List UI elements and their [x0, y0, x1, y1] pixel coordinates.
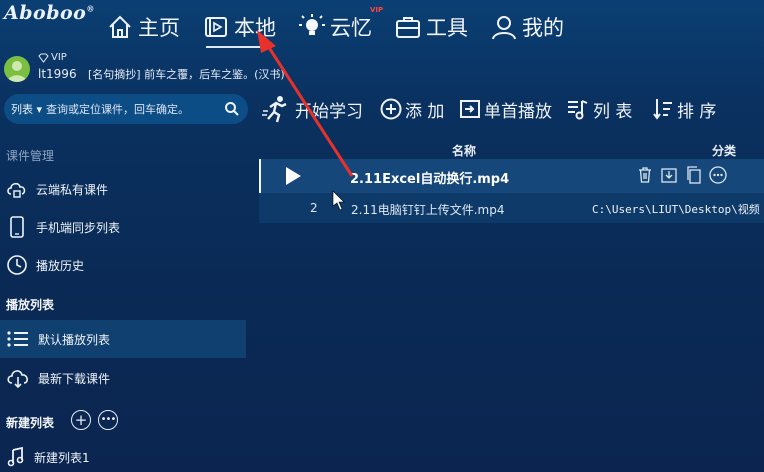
- list-button[interactable]: 列 表: [566, 94, 632, 124]
- list-icon: [7, 331, 28, 347]
- sort-icon: [653, 99, 672, 120]
- sort-button[interactable]: 排 序: [652, 94, 716, 124]
- play-icon[interactable]: [286, 167, 301, 185]
- nav-tools-label: 工具: [426, 16, 468, 40]
- top-nav: 主页 本地 云忆 VIP 工具 我的: [106, 6, 586, 48]
- music-note-icon: [7, 446, 24, 467]
- more-options-button[interactable]: •••: [98, 410, 118, 430]
- sidebar-item-default-list[interactable]: 默认播放列表: [0, 320, 246, 358]
- avatar-person-icon: [7, 61, 27, 82]
- download-icon[interactable]: [660, 166, 678, 184]
- column-header-category[interactable]: 分类: [712, 142, 736, 159]
- local-video-icon: [205, 17, 227, 37]
- nav-local[interactable]: 本地: [202, 10, 276, 48]
- app-logo: Aboboo®: [4, 2, 95, 24]
- cloud-download-icon: [7, 370, 28, 389]
- nav-local-label: 本地: [234, 16, 276, 40]
- bulb-icon: [299, 14, 325, 35]
- avatar[interactable]: [4, 56, 30, 82]
- daily-quote: [名句摘抄] 前车之覆，后车之鉴。(汉书): [88, 68, 285, 81]
- nav-home-label: 主页: [138, 16, 180, 40]
- search-input[interactable]: 查询或定位课件，回车确定。: [46, 101, 224, 117]
- nav-mine-label: 我的: [522, 16, 564, 40]
- more-icon[interactable]: [709, 166, 727, 184]
- row-number: 2: [310, 201, 318, 215]
- sidebar-item-recent-downloads[interactable]: 最新下载课件: [0, 359, 246, 397]
- user-vip-tag: VIP: [38, 52, 67, 63]
- add-button[interactable]: 添 加: [380, 94, 444, 124]
- music-list-icon: [568, 100, 588, 120]
- sidebar-item-cloud-courseware[interactable]: 云端私有课件: [0, 170, 246, 208]
- search-icon[interactable]: [224, 101, 240, 117]
- column-header-name[interactable]: 名称: [452, 142, 476, 159]
- search-scope-dropdown[interactable]: 列表 ▾: [11, 101, 42, 117]
- file-path: C:\Users\LIUT\Desktop\视频: [592, 203, 760, 216]
- search-box[interactable]: 列表 ▾ 查询或定位课件，回车确定。: [4, 94, 248, 124]
- sidebar-item-new-list-1[interactable]: 新建列表1: [0, 438, 246, 472]
- nav-cloud-memory-label: 云忆: [330, 16, 372, 40]
- section-courseware: 课件管理: [6, 149, 55, 163]
- user-icon: [492, 16, 516, 40]
- nav-tools[interactable]: 工具: [394, 10, 468, 44]
- username: lt1996: [38, 67, 77, 81]
- section-playlist: 播放列表: [6, 298, 55, 312]
- plus-circle-icon: [380, 98, 402, 120]
- home-icon: [109, 15, 131, 38]
- start-learning-button[interactable]: 开始学习: [262, 94, 363, 124]
- copy-icon[interactable]: [685, 166, 703, 184]
- vip-badge: VIP: [370, 6, 384, 14]
- phone-icon: [10, 216, 24, 238]
- nav-mine[interactable]: 我的: [490, 10, 564, 44]
- sidebar-item-phone-sync[interactable]: 手机端同步列表: [0, 208, 246, 246]
- nav-home[interactable]: 主页: [106, 10, 180, 44]
- nav-cloud-memory[interactable]: 云忆 VIP: [298, 6, 383, 44]
- running-person-icon: [262, 96, 287, 123]
- add-list-button[interactable]: +: [71, 410, 91, 430]
- file-name: 2.11电脑钉钉上传文件.mp4: [351, 203, 505, 217]
- single-play-icon: [460, 100, 480, 118]
- toolbox-icon: [396, 17, 420, 38]
- file-name: 2.11Excel自动换行.mp4: [350, 172, 510, 187]
- cloud-lock-icon: [7, 182, 26, 198]
- sidebar-item-history[interactable]: 播放历史: [0, 246, 246, 284]
- clock-icon: [7, 255, 27, 275]
- section-new-list: 新建列表: [6, 416, 55, 430]
- single-play-button[interactable]: 单首播放: [459, 94, 552, 124]
- trash-icon[interactable]: [636, 166, 654, 184]
- diamond-icon: [38, 53, 49, 63]
